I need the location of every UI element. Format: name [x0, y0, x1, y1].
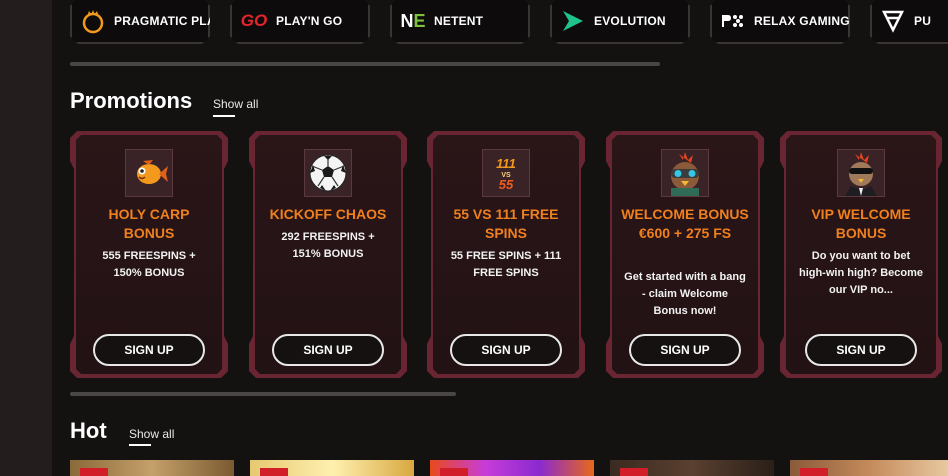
- game-thumbnail[interactable]: [430, 460, 594, 476]
- show-all-underline: [213, 115, 235, 117]
- promo-card-title: VIP WELCOME BONUS: [811, 206, 911, 241]
- promo-card[interactable]: HOLY CARP BONUS 555 FREESPINS + 150% BON…: [70, 131, 228, 378]
- promo-card-description: Get started with a bang - claim Welcome …: [624, 271, 746, 317]
- sign-up-button[interactable]: SIGN UP: [450, 334, 562, 366]
- svg-text:55: 55: [499, 177, 514, 192]
- providers-carousel: PRAGMATIC PLAY GO PLAY'N GO NE NETENT EV…: [70, 0, 948, 46]
- provider-name: PU: [914, 14, 932, 28]
- provider-name: EVOLUTION: [594, 14, 666, 28]
- goldfish-icon: [125, 149, 173, 197]
- playngo-logo-icon: GO: [240, 11, 268, 30]
- promo-card[interactable]: 111 VS 55 55 VS 111 FREE SPINS 55 FREE SPI…: [427, 131, 585, 378]
- providers-scrollbar[interactable]: [70, 62, 660, 66]
- provider-push-gaming[interactable]: PU: [870, 0, 948, 44]
- main-content: PRAGMATIC PLAY GO PLAY'N GO NE NETENT EV…: [52, 0, 948, 476]
- sign-up-button[interactable]: SIGN UP: [805, 334, 917, 366]
- provider-evolution[interactable]: EVOLUTION: [550, 0, 690, 44]
- promo-card-body: 111 VS 55 55 VS 111 FREE SPINS 55 FREE SPI…: [433, 135, 579, 374]
- provider-playngo[interactable]: GO PLAY'N GO: [230, 0, 370, 44]
- promotions-show-all-link[interactable]: Show all: [213, 97, 258, 111]
- provider-name: RELAX GAMING: [754, 14, 850, 28]
- promotions-title: Promotions: [70, 88, 193, 113]
- hot-title: Hot: [70, 418, 107, 443]
- netent-logo-icon: NE: [400, 10, 426, 31]
- rooster-suit-icon: [837, 149, 885, 197]
- hot-show-all-link[interactable]: Show all: [129, 427, 174, 441]
- soccer-ball-icon: [304, 149, 352, 197]
- promo-card-description: Do you want to bet high-win high? Become…: [798, 250, 924, 296]
- promo-card-description: 55 FREE SPINS + 111 FREE SPINS: [450, 250, 562, 279]
- provider-name: NETENT: [434, 14, 484, 28]
- promo-card-body: KICKOFF CHAOS 292 FREESPINS + 151% BONUS…: [255, 135, 401, 374]
- hot-badge: [620, 468, 648, 476]
- provider-netent[interactable]: NE NETENT: [390, 0, 530, 44]
- game-thumbnail[interactable]: [70, 460, 234, 476]
- promo-card-title: KICKOFF CHAOS: [269, 206, 387, 222]
- game-thumbnail[interactable]: [610, 460, 774, 476]
- provider-name: PRAGMATIC PLAY: [114, 14, 223, 28]
- sign-up-button[interactable]: SIGN UP: [629, 334, 741, 366]
- promo-card-body: WELCOME BONUS €600 + 275 FS Get started …: [612, 135, 758, 374]
- promo-card-description: 292 FREESPINS + 151% BONUS: [281, 231, 375, 260]
- evolution-logo-icon: [560, 8, 586, 34]
- promo-card[interactable]: WELCOME BONUS €600 + 275 FS Get started …: [606, 131, 764, 378]
- hot-badge: [440, 468, 468, 476]
- promo-card-body: VIP WELCOME BONUS Do you want to bet hig…: [786, 135, 936, 374]
- push-gaming-logo-icon: [880, 8, 906, 34]
- left-sidebar-edge: [0, 0, 52, 476]
- relax-gaming-logo-icon: [720, 8, 746, 34]
- promo-card-description: 555 FREESPINS + 150% BONUS: [102, 250, 196, 279]
- hot-badge: [260, 468, 288, 476]
- show-all-underline: [129, 444, 151, 446]
- game-thumbnail[interactable]: [250, 460, 414, 476]
- hot-badge: [800, 468, 828, 476]
- provider-relax-gaming[interactable]: RELAX GAMING: [710, 0, 850, 44]
- svg-text:111: 111: [496, 156, 516, 171]
- promo-card-title: HOLY CARP BONUS: [108, 206, 190, 241]
- pragmatic-play-logo-icon: [80, 8, 106, 34]
- provider-name: PLAY'N GO: [276, 14, 343, 28]
- sign-up-button[interactable]: SIGN UP: [93, 334, 205, 366]
- promo-card-body: HOLY CARP BONUS 555 FREESPINS + 150% BON…: [76, 135, 222, 374]
- game-thumbnail[interactable]: [790, 460, 948, 476]
- promo-card[interactable]: KICKOFF CHAOS 292 FREESPINS + 151% BONUS…: [249, 131, 407, 378]
- promotions-scrollbar[interactable]: [70, 392, 456, 396]
- promo-card-title: 55 VS 111 FREE SPINS: [453, 206, 559, 241]
- hot-badge: [80, 468, 108, 476]
- promo-card-title: WELCOME BONUS €600 + 275 FS: [621, 206, 749, 241]
- 111-vs-55-icon: 111 VS 55: [482, 149, 530, 197]
- promo-card[interactable]: VIP WELCOME BONUS Do you want to bet hig…: [780, 131, 942, 378]
- provider-pragmatic-play[interactable]: PRAGMATIC PLAY: [70, 0, 210, 44]
- rooster-goggles-icon: [661, 149, 709, 197]
- sign-up-button[interactable]: SIGN UP: [272, 334, 384, 366]
